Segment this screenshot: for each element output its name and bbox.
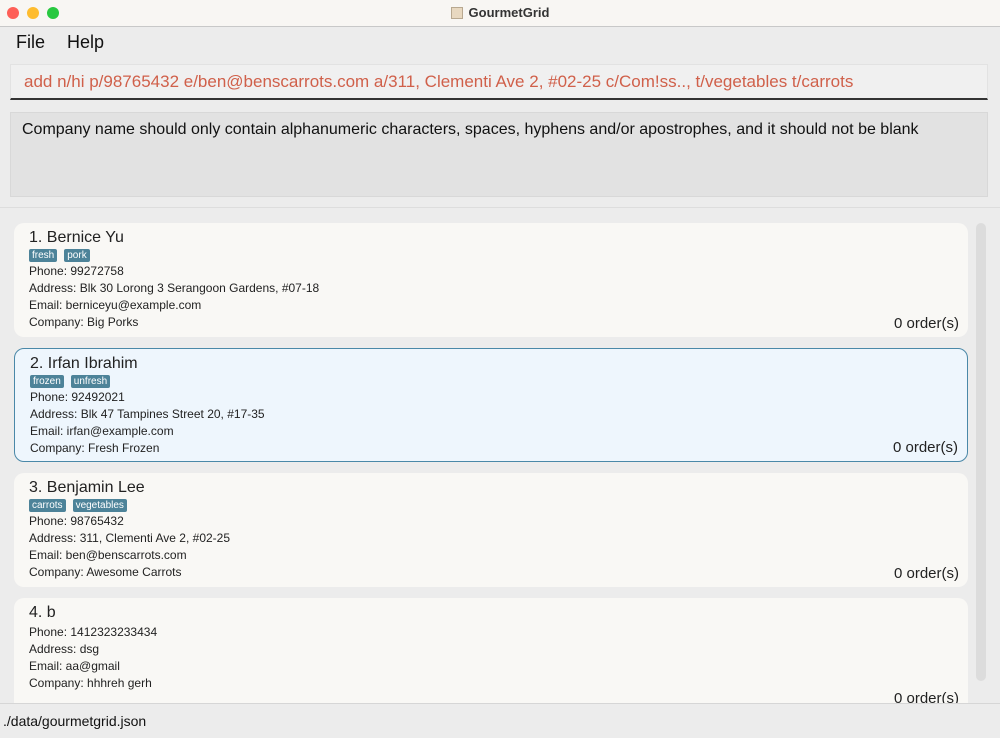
tag: fresh <box>29 249 58 262</box>
menu-bar: File Help <box>0 27 1000 58</box>
contact-name: 2. Irfan Ibrahim <box>30 355 138 372</box>
contact-address: Address: Blk 47 Tampines Street 20, #17-… <box>30 407 265 421</box>
minimize-button[interactable] <box>27 7 39 19</box>
contact-phone: Phone: 1412323233434 <box>29 625 158 639</box>
contact-address: Address: dsg <box>29 642 100 656</box>
tag: vegetables <box>72 499 127 512</box>
order-count: 0 order(s) <box>893 315 959 332</box>
contact-company: Company: hhhreh gerh <box>29 676 152 690</box>
status-bar-file-path: ./data/gourmetgrid.json <box>0 703 1000 734</box>
contact-email: Email: irfan@example.com <box>30 424 174 438</box>
contact-list: 1. Bernice Yu fresh pork Phone: 99272758 Add… <box>0 207 1000 703</box>
tag-list: frozen unfresh <box>30 375 952 388</box>
contact-company: Company: Awesome Carrots <box>29 565 182 579</box>
order-count: 0 order(s) <box>893 565 959 582</box>
tag-list: fresh pork <box>29 249 953 262</box>
contact-address: Address: Blk 30 Lorong 3 Serangoon Garde… <box>29 281 320 295</box>
contact-email: Email: berniceyu@example.com <box>29 298 202 312</box>
contact-card[interactable]: 2. Irfan Ibrahim frozen unfresh Phone: 9249… <box>14 348 968 462</box>
contact-company: Company: Fresh Frozen <box>30 441 160 455</box>
contact-phone: Phone: 92492021 <box>30 390 125 404</box>
title-bar: GourmetGrid <box>0 0 1000 27</box>
window-title-text: GourmetGrid <box>468 5 550 20</box>
window-title: GourmetGrid <box>450 0 550 26</box>
menu-help[interactable]: Help <box>67 32 104 53</box>
contact-card[interactable]: 1. Bernice Yu fresh pork Phone: 99272758 Add… <box>14 223 968 337</box>
contact-name: 1. Bernice Yu <box>29 229 124 246</box>
order-count: 0 order(s) <box>893 690 959 703</box>
contact-card[interactable]: 3. Benjamin Lee carrots vegetables Phone: 9… <box>14 473 968 587</box>
tag-list: carrots vegetables <box>29 499 953 512</box>
tag: pork <box>64 249 90 262</box>
menu-file[interactable]: File <box>16 32 45 53</box>
contact-email: Email: ben@benscarrots.com <box>29 548 187 562</box>
order-count: 0 order(s) <box>892 439 958 456</box>
contact-company: Company: Big Porks <box>29 315 139 329</box>
contact-phone: Phone: 98765432 <box>29 514 124 528</box>
result-display: Company name should only contain alphanu… <box>10 112 988 197</box>
contact-name: 4. b <box>29 604 56 621</box>
tag: unfresh <box>70 375 111 388</box>
maximize-button[interactable] <box>47 7 59 19</box>
contact-card[interactable]: 4. b Phone: 1412323233434 Address: dsg Emai… <box>14 598 968 703</box>
contact-name: 3. Benjamin Lee <box>29 479 145 496</box>
contact-email: Email: aa@gmail <box>29 659 120 673</box>
contact-phone: Phone: 99272758 <box>29 264 124 278</box>
close-button[interactable] <box>7 7 19 19</box>
command-input[interactable]: add n/hi p/98765432 e/ben@benscarrots.co… <box>10 64 988 100</box>
tag: carrots <box>29 499 66 512</box>
scrollbar[interactable] <box>976 223 986 681</box>
contact-address: Address: 311, Clementi Ave 2, #02-25 <box>29 531 231 545</box>
app-icon <box>450 7 463 19</box>
window-controls <box>7 7 59 19</box>
tag: frozen <box>30 375 64 388</box>
